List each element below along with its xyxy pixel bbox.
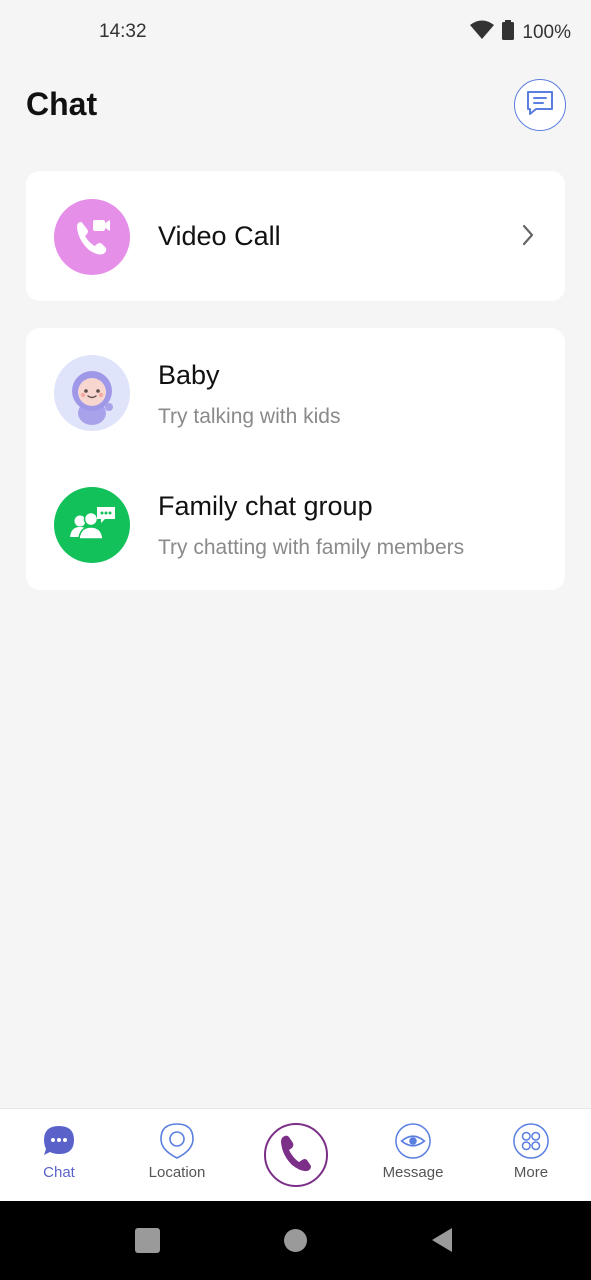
system-nav-bar — [0, 1201, 591, 1280]
chat-item-title: Baby — [158, 360, 220, 390]
video-call-icon — [54, 199, 130, 275]
location-pin-icon — [159, 1123, 195, 1159]
chevron-right-icon — [521, 223, 535, 252]
battery-percentage: 100% — [522, 21, 571, 43]
tab-location[interactable]: Location — [118, 1109, 236, 1202]
video-call-card[interactable]: Video Call — [26, 171, 565, 301]
chat-item-baby[interactable]: Baby Try talking with kids — [26, 328, 565, 458]
chat-item-subtitle: Try talking with kids — [158, 405, 341, 428]
eye-icon — [395, 1123, 431, 1159]
status-time: 14:32 — [99, 21, 147, 42]
page-title: Chat — [26, 86, 98, 122]
home-button[interactable] — [284, 1229, 307, 1252]
tab-label: More — [513, 1164, 549, 1181]
tab-more[interactable]: More — [472, 1109, 590, 1202]
family-group-icon — [54, 487, 130, 563]
chat-item-family-group[interactable]: Family chat group Try chatting with fami… — [26, 459, 565, 589]
chat-screen: 14:32 100% Chat Video Call Baby Try talk… — [0, 0, 591, 1280]
back-button[interactable] — [430, 1227, 454, 1258]
wifi-icon — [470, 20, 495, 45]
battery-icon — [502, 20, 515, 45]
tab-label: Location — [148, 1164, 206, 1181]
tab-message[interactable]: Message — [354, 1109, 472, 1202]
chat-item-subtitle: Try chatting with family members — [158, 536, 465, 559]
recents-button[interactable] — [135, 1228, 160, 1253]
video-call-label: Video Call — [158, 221, 281, 251]
chat-list-card: Baby Try talking with kids Family chat g… — [26, 328, 565, 590]
grid-icon — [513, 1123, 549, 1159]
status-bar: 14:32 100% — [0, 0, 591, 64]
chat-bubble-icon — [41, 1123, 77, 1159]
phone-icon — [278, 1133, 314, 1178]
baby-avatar — [54, 355, 130, 431]
message-square-icon — [525, 89, 555, 122]
messages-button[interactable] — [514, 79, 566, 131]
tab-chat[interactable]: Chat — [0, 1109, 118, 1202]
tab-label: Chat — [43, 1164, 75, 1181]
call-button[interactable] — [264, 1123, 328, 1187]
status-icons: 100% — [470, 20, 571, 45]
tab-label: Message — [382, 1164, 444, 1181]
chat-item-title: Family chat group — [158, 491, 373, 521]
